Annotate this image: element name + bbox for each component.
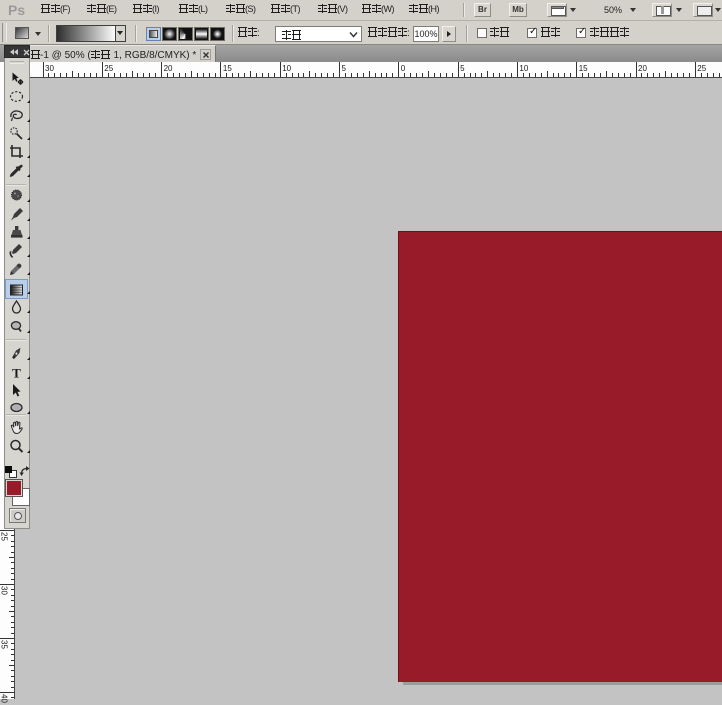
svg-text:T: T <box>12 366 21 381</box>
